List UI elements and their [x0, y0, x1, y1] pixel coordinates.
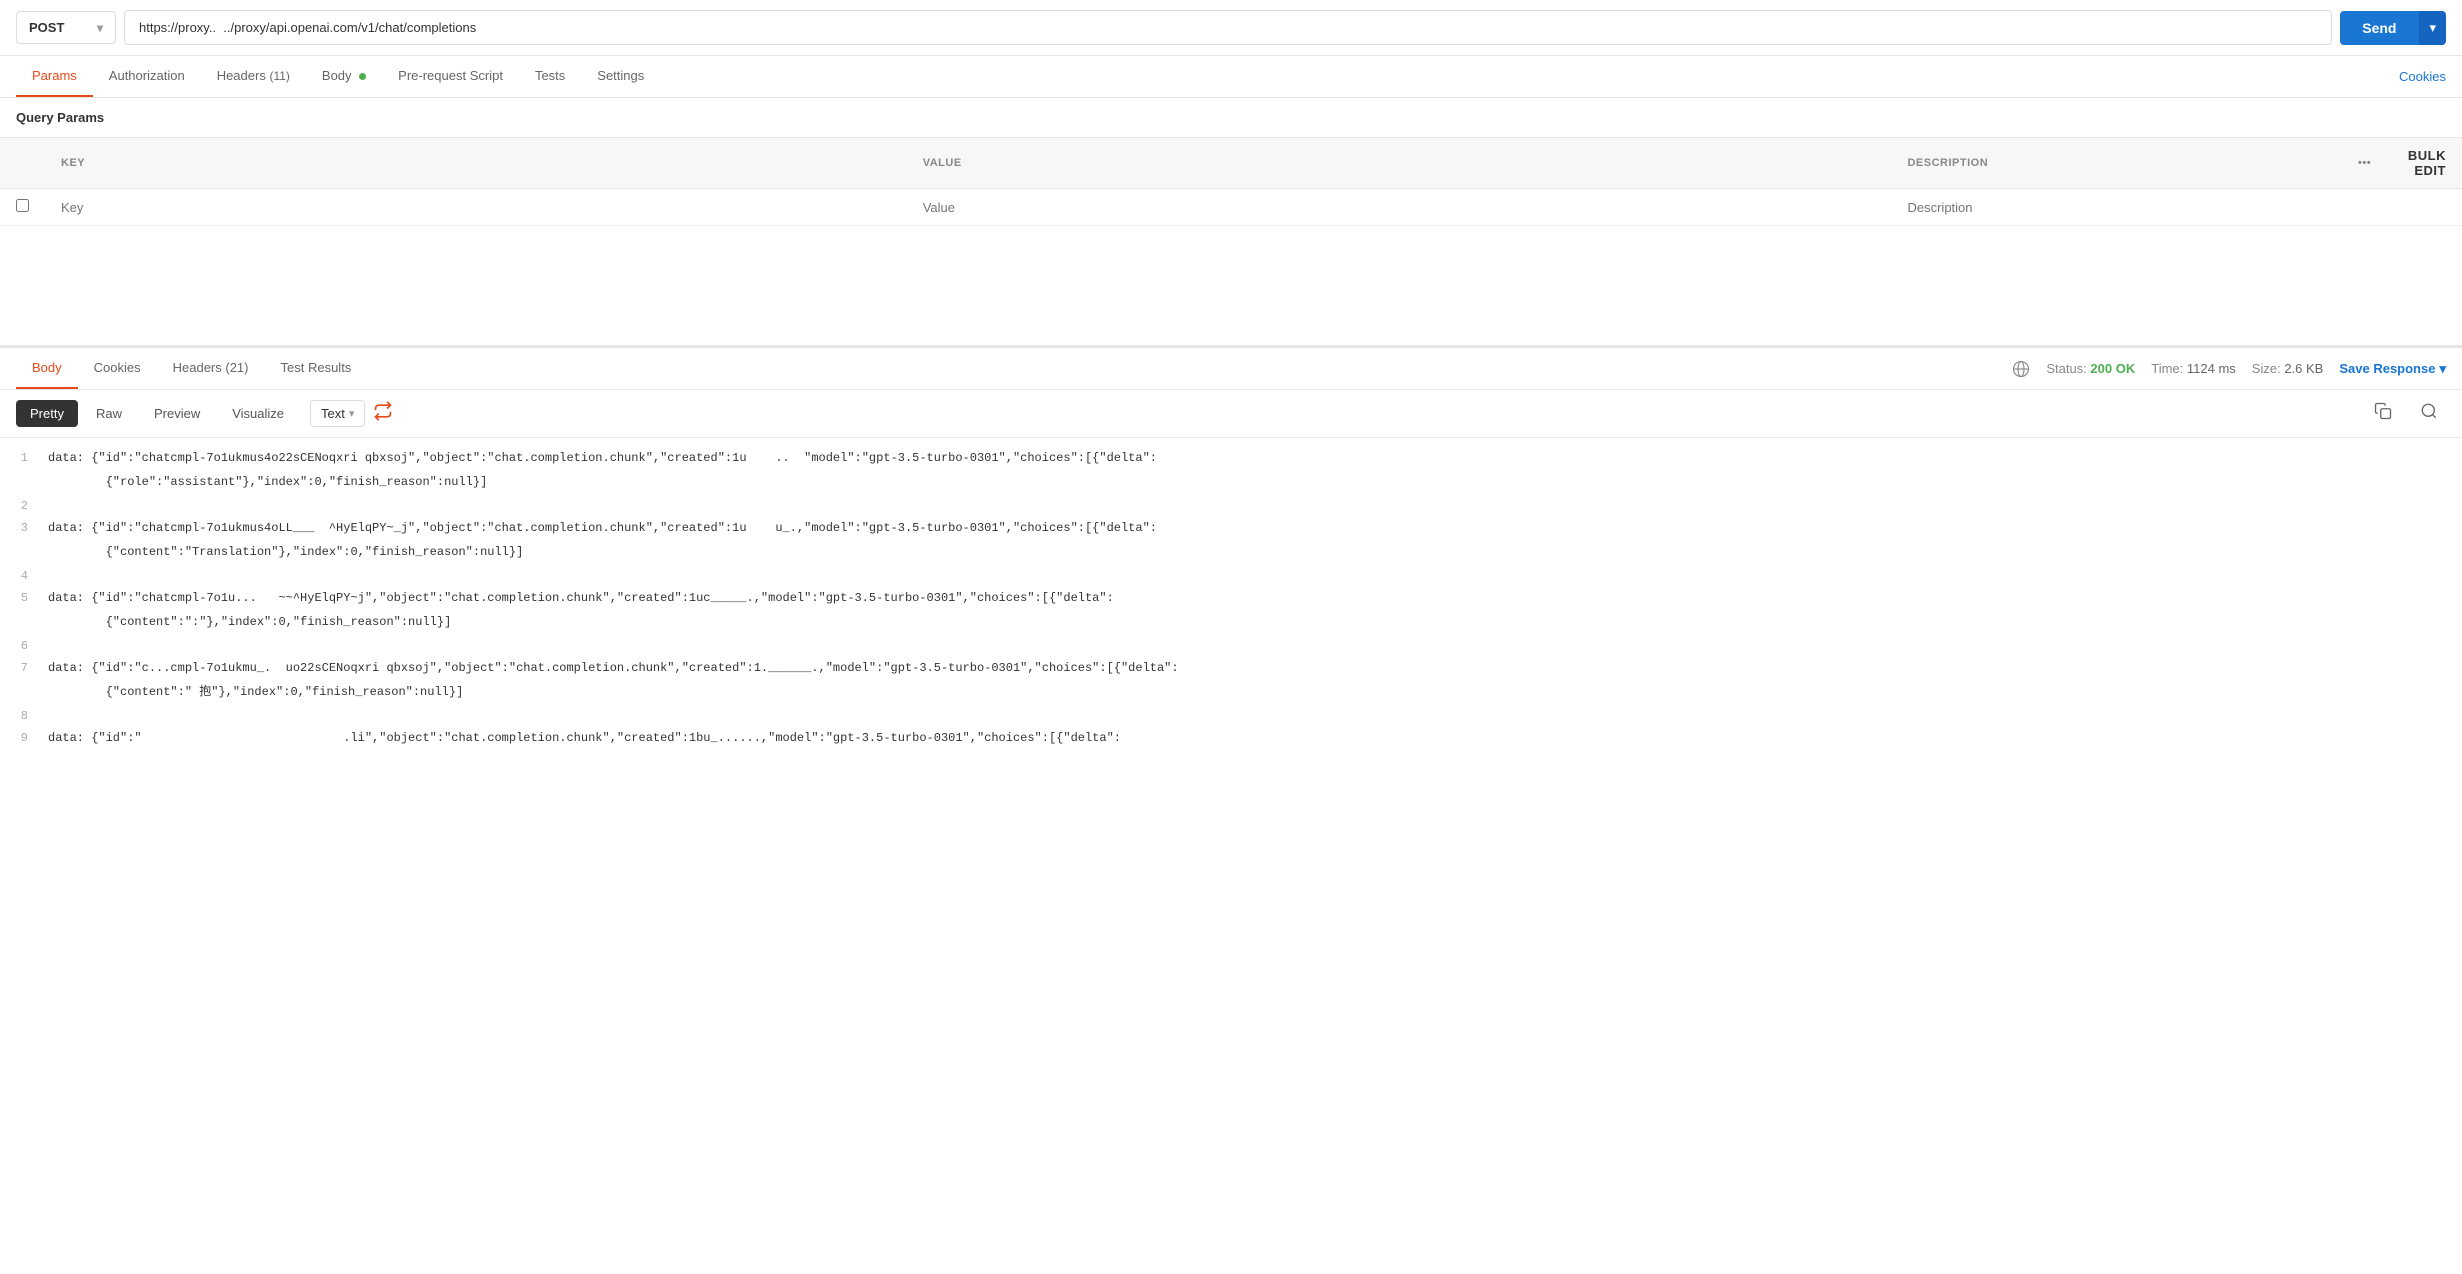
code-line-empty: 4 [0, 564, 2462, 586]
tab-settings[interactable]: Settings [581, 56, 660, 97]
params-table: KEY VALUE DESCRIPTION ••• Bulk Edit [0, 138, 2462, 226]
url-input[interactable] [124, 10, 2332, 45]
cookies-link[interactable]: Cookies [2399, 69, 2446, 84]
line-content-continuation: {"content":":"},"index":0,"finish_reason… [40, 610, 459, 634]
method-select[interactable]: POST ▾ [16, 11, 116, 44]
line-number: 3 [0, 516, 40, 540]
actions-col-header: ••• Bulk Edit [2342, 138, 2462, 189]
tab-response-body[interactable]: Body [16, 348, 78, 389]
code-line: 5data: {"id":"chatcmpl-7o1u... ~~^HyElqP… [0, 586, 2462, 610]
empty-params-area [0, 226, 2462, 346]
line-content-continuation: {"role":"assistant"},"index":0,"finish_r… [40, 470, 495, 494]
code-line: 9data: {"id":" .li","object":"chat.compl… [0, 726, 2462, 750]
key-input[interactable] [61, 200, 891, 215]
value-col-header: VALUE [907, 138, 1892, 189]
raw-button[interactable]: Raw [82, 400, 136, 427]
send-button-group: Send ▾ [2340, 11, 2446, 45]
response-tab-bar: Body Cookies Headers (21) Test Results S… [0, 348, 2462, 390]
status-label: Status: 200 OK [2046, 361, 2135, 376]
line-content: data: {"id":"chatcmpl-7o1ukmus4o22sCENoq… [40, 446, 1165, 470]
top-bar: POST ▾ Send ▾ [0, 0, 2462, 56]
code-line: 1data: {"id":"chatcmpl-7o1ukmus4o22sCENo… [0, 446, 2462, 470]
line-content: data: {"id":"chatcmpl-7o1u... ~~^HyElqPY… [40, 586, 1122, 610]
time-meta: Time: 1124 ms [2151, 361, 2236, 376]
preview-button[interactable]: Preview [140, 400, 214, 427]
query-params-header: Query Params [0, 98, 2462, 138]
row-checkbox-input[interactable] [16, 199, 29, 212]
tab-tests[interactable]: Tests [519, 56, 581, 97]
code-line-continuation: {"role":"assistant"},"index":0,"finish_r… [0, 470, 2462, 494]
method-chevron: ▾ [97, 21, 103, 35]
desc-col-header: DESCRIPTION [1891, 138, 2342, 189]
code-line-empty: 8 [0, 704, 2462, 726]
desc-cell[interactable] [1891, 189, 2342, 226]
line-number: 1 [0, 446, 40, 470]
response-code-area: 1data: {"id":"chatcmpl-7o1ukmus4o22sCENo… [0, 438, 2462, 758]
code-line: 7data: {"id":"c...cmpl-7o1ukmu_. uo22sCE… [0, 656, 2462, 680]
format-bar: Pretty Raw Preview Visualize Text ▾ [0, 390, 2462, 438]
tab-params[interactable]: Params [16, 56, 93, 97]
key-col-header: KEY [45, 138, 907, 189]
line-content-continuation: {"content":" 抱"},"index":0,"finish_reaso… [40, 680, 471, 704]
pretty-button[interactable]: Pretty [16, 400, 78, 427]
bottom-panel: Body Cookies Headers (21) Test Results S… [0, 346, 2462, 758]
tab-headers[interactable]: Headers (11) [201, 56, 306, 97]
size-meta: Size: 2.6 KB [2252, 361, 2324, 376]
method-label: POST [29, 20, 64, 35]
request-tabs: Params Authorization Headers (11) Body P… [16, 56, 660, 97]
tab-response-headers[interactable]: Headers (21) [157, 348, 265, 389]
bulk-edit-button[interactable]: Bulk Edit [2391, 148, 2446, 178]
code-line-empty: 2 [0, 494, 2462, 516]
line-number: 5 [0, 586, 40, 610]
tab-body[interactable]: Body [306, 56, 382, 97]
line-number: 7 [0, 656, 40, 680]
copy-icon[interactable] [2366, 398, 2400, 429]
code-line-continuation: {"content":":"},"index":0,"finish_reason… [0, 610, 2462, 634]
checkbox-col-header [0, 138, 45, 189]
three-dots-icon[interactable]: ••• [2358, 157, 2371, 169]
line-content: data: {"id":" .li","object":"chat.comple… [40, 726, 1129, 750]
line-content: data: {"id":"c...cmpl-7o1ukmu_. uo22sCEN… [40, 656, 1187, 680]
code-line-empty: 6 [0, 634, 2462, 656]
table-row [0, 189, 2462, 226]
desc-input[interactable] [1907, 200, 2326, 215]
row-actions [2342, 189, 2462, 226]
body-dot [359, 73, 366, 80]
tab-prerequest[interactable]: Pre-request Script [382, 56, 519, 97]
visualize-button[interactable]: Visualize [218, 400, 298, 427]
code-line-continuation: {"content":" 抱"},"index":0,"finish_reaso… [0, 680, 2462, 704]
tab-test-results[interactable]: Test Results [265, 348, 368, 389]
table-header-row: KEY VALUE DESCRIPTION ••• Bulk Edit [0, 138, 2462, 189]
value-input[interactable] [923, 200, 1876, 215]
line-content-continuation: {"content":"Translation"},"index":0,"fin… [40, 540, 531, 564]
search-icon[interactable] [2412, 398, 2446, 429]
line-content: data: {"id":"chatcmpl-7o1ukmus4oLL___ ^H… [40, 516, 1165, 540]
format-type-select[interactable]: Text ▾ [310, 400, 365, 427]
key-cell[interactable] [45, 189, 907, 226]
line-number: 9 [0, 726, 40, 750]
tab-authorization[interactable]: Authorization [93, 56, 201, 97]
request-tab-bar: Params Authorization Headers (11) Body P… [0, 56, 2462, 98]
code-line: 3data: {"id":"chatcmpl-7o1ukmus4oLL___ ^… [0, 516, 2462, 540]
send-main-button[interactable]: Send [2340, 11, 2418, 45]
code-line-continuation: {"content":"Translation"},"index":0,"fin… [0, 540, 2462, 564]
send-dropdown-button[interactable]: ▾ [2418, 11, 2446, 45]
value-cell[interactable] [907, 189, 1892, 226]
save-response-button[interactable]: Save Response ▾ [2339, 361, 2446, 377]
tab-response-cookies[interactable]: Cookies [78, 348, 157, 389]
row-checkbox[interactable] [0, 189, 45, 226]
globe-icon [2012, 360, 2030, 378]
wrap-icon[interactable] [373, 401, 393, 426]
response-meta: Status: 200 OK Time: 1124 ms Size: 2.6 K… [2012, 360, 2446, 378]
